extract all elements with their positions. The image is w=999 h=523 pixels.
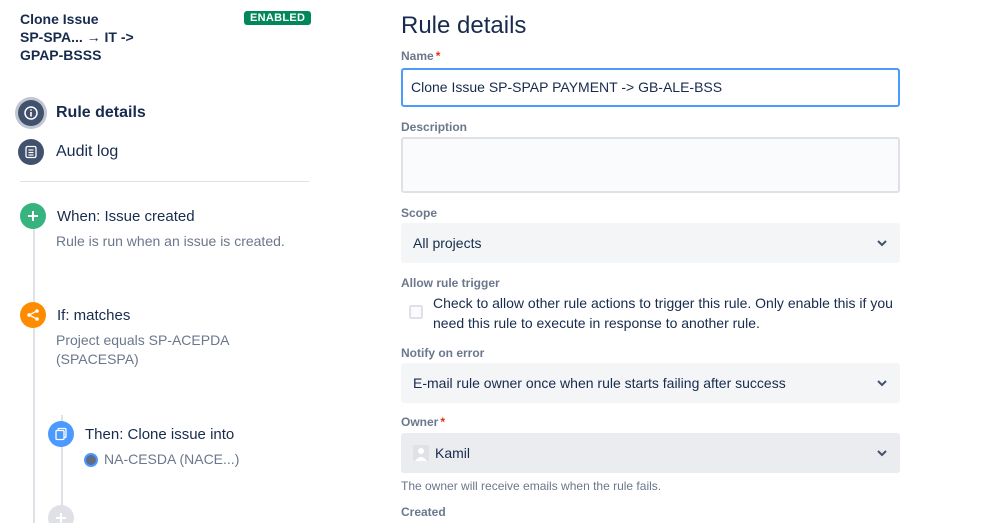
sidebar-divider (20, 181, 309, 182)
allow-trigger-text[interactable]: Check to allow other rule actions to tri… (433, 293, 901, 333)
rule-sidebar: Clone Issue SP-SPA... → IT -> GPAP-BSSS … (0, 0, 330, 523)
list-icon (18, 139, 44, 165)
scope-value: All projects (413, 235, 482, 251)
trigger-title[interactable]: When: Issue created (57, 208, 195, 225)
description-label: Description (401, 120, 468, 134)
rule-title: Clone Issue SP-SPA... → IT -> GPAP-BSSS (20, 10, 230, 64)
allow-trigger-row: Check to allow other rule actions to tri… (409, 293, 901, 333)
created-label: Created (401, 505, 446, 519)
required-mark: * (440, 415, 446, 429)
chevron-down-icon (874, 375, 890, 394)
rule-title-line3: GPAP-BSSS (20, 47, 102, 63)
scope-label: Scope (401, 206, 438, 220)
owner-label-text: Owner (401, 415, 439, 429)
nav-audit-log-label: Audit log (56, 143, 119, 160)
nav-audit-log[interactable]: Audit log (18, 138, 118, 166)
chevron-down-icon (874, 235, 890, 254)
condition-description-line1: Project equals SP-ACEPDA (56, 332, 230, 348)
clone-icon[interactable] (48, 421, 74, 447)
allow-trigger-label: Allow rule trigger (401, 276, 500, 290)
condition-title[interactable]: If: matches (57, 307, 130, 324)
nav-rule-details-label: Rule details (56, 104, 146, 121)
condition-description-line2: (SPACESPA) (56, 351, 139, 367)
rule-title-line2: SP-SPA... → IT -> (20, 29, 134, 45)
allow-trigger-checkbox[interactable] (409, 305, 423, 319)
notify-value: E-mail rule owner once when rule starts … (413, 375, 786, 391)
rule-title-line1: Clone Issue (20, 11, 99, 27)
trigger-plus-icon[interactable] (20, 203, 46, 229)
notify-label: Notify on error (401, 346, 485, 360)
branch-icon[interactable] (20, 302, 46, 328)
owner-value: Kamil (435, 445, 471, 461)
page-title: Rule details (401, 12, 527, 39)
nav-rule-details[interactable]: Rule details (18, 99, 146, 127)
notify-select[interactable]: E-mail rule owner once when rule starts … (401, 363, 900, 403)
name-label: Name * (401, 49, 440, 63)
owner-helper-text: The owner will receive emails when the r… (401, 479, 662, 493)
owner-select[interactable]: Kamil (401, 433, 900, 473)
info-icon (18, 100, 44, 126)
name-label-text: Name (401, 49, 434, 63)
action-title[interactable]: Then: Clone issue into (85, 426, 234, 443)
name-input[interactable]: Clone Issue SP-SPAP PAYMENT -> GB-ALE-BS… (401, 68, 900, 107)
description-textarea[interactable] (401, 137, 900, 193)
flow-connector (33, 215, 35, 523)
required-mark: * (435, 49, 441, 63)
chevron-down-icon (874, 445, 890, 464)
scope-select[interactable]: All projects (401, 223, 900, 263)
project-avatar-icon (84, 452, 98, 467)
status-badge: ENABLED (244, 11, 312, 25)
user-icon (413, 445, 429, 461)
trigger-description: Rule is run when an issue is created. (56, 233, 285, 249)
add-component-plus-icon[interactable] (48, 505, 74, 523)
owner-label: Owner * (401, 415, 445, 429)
action-target: NA-CESDA (NACE...) (84, 450, 239, 469)
action-target-label: NA-CESDA (NACE...) (104, 451, 240, 467)
